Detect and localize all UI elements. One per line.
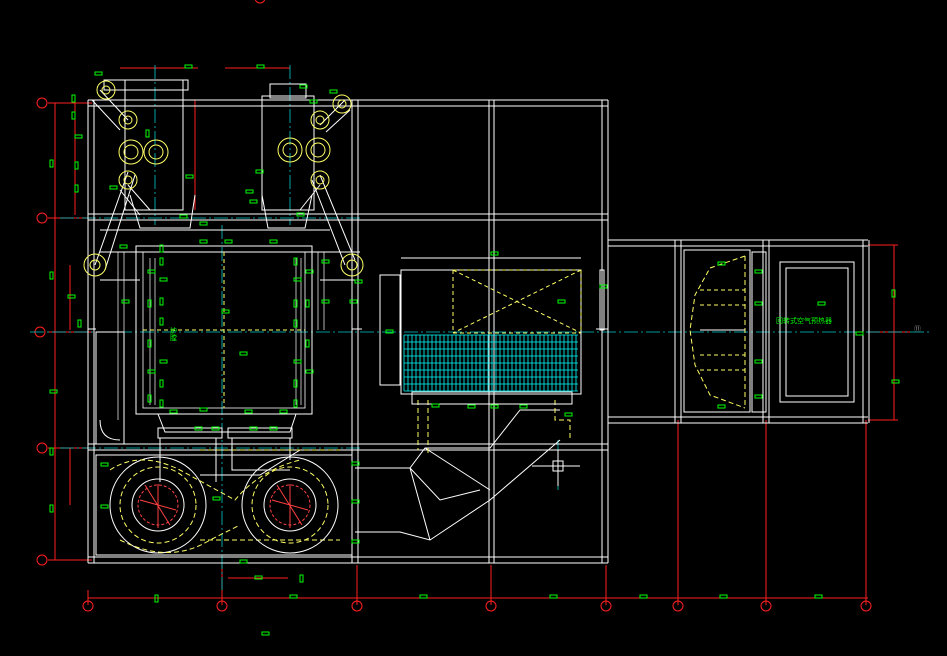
air-preheater-label: 回转式空气预热器 — [776, 317, 832, 325]
cad-cursor-crosshair — [532, 450, 580, 486]
furnace-label: 炉膛 — [170, 327, 177, 342]
cad-drawing-canvas[interactable] — [0, 0, 947, 656]
right-axis-mark: ⑪ — [914, 325, 921, 333]
